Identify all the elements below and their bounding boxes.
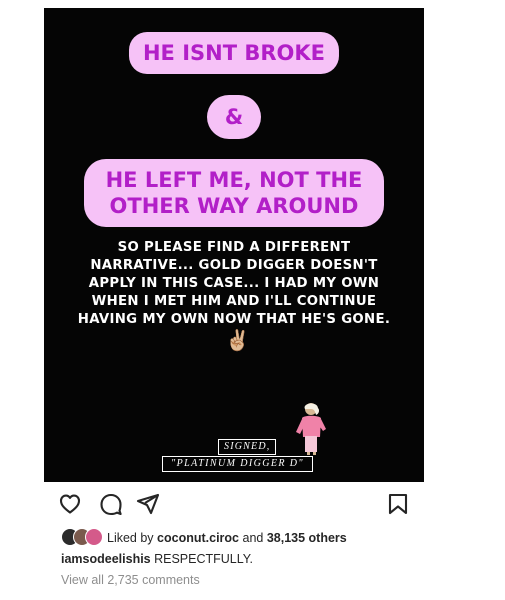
story-image: HE ISNT BROKE & HE LEFT ME, NOT THE OTHE… xyxy=(44,8,424,482)
likes-connector: and xyxy=(242,531,264,545)
bookmark-icon[interactable] xyxy=(386,492,410,516)
story-body-text: SO PLEASE FIND A DIFFERENT NARRATIVE... … xyxy=(77,240,391,327)
headline-pill: HE ISNT BROKE xyxy=(128,32,340,74)
likes-row: Liked by coconut.ciroc and 38,135 others xyxy=(61,528,347,548)
caption-username-link[interactable]: iamsodeelishis xyxy=(61,552,151,566)
woman-sticker-icon xyxy=(296,403,326,455)
liker-username-link[interactable]: coconut.ciroc xyxy=(157,531,239,545)
heart-icon[interactable] xyxy=(58,492,82,516)
headline-pill-2: HE LEFT ME, NOT THE OTHER WAY AROUND xyxy=(84,159,384,227)
comment-icon[interactable] xyxy=(99,492,123,516)
likes-summary[interactable]: Liked by coconut.ciroc and 38,135 others xyxy=(107,531,347,545)
avatar xyxy=(85,528,103,546)
post-action-bar xyxy=(58,492,410,518)
peace-sign-emoji: ✌🏼 xyxy=(225,330,250,352)
likes-count-link[interactable]: 38,135 others xyxy=(267,531,347,545)
signature-name: "PLATINUM DIGGER D" xyxy=(162,456,313,472)
likes-prefix: Liked by xyxy=(107,531,154,545)
post-caption: iamsodeelishis RESPECTFULLY. xyxy=(61,552,253,566)
ampersand-pill: & xyxy=(207,95,261,139)
view-comments-link[interactable]: View all 2,735 comments xyxy=(61,573,200,587)
share-icon[interactable] xyxy=(136,492,160,516)
signed-label: SIGNED, xyxy=(218,439,277,455)
caption-text: RESPECTFULLY. xyxy=(154,552,253,566)
liker-avatars[interactable] xyxy=(61,528,107,548)
